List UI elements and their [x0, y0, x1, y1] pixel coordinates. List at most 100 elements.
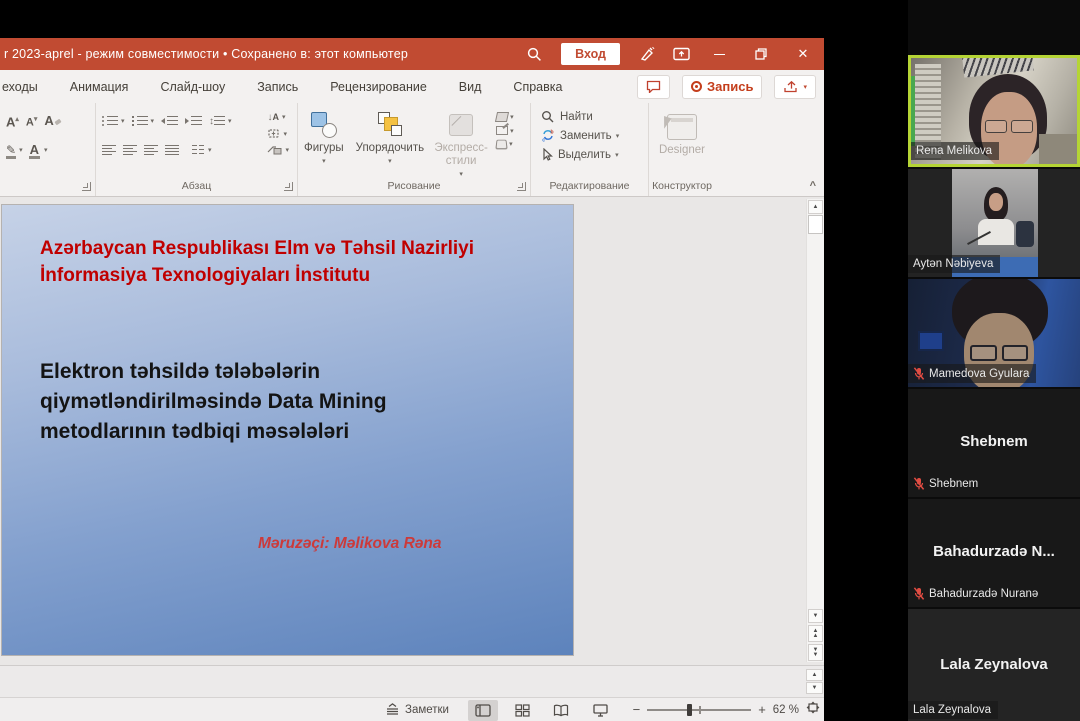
share-button[interactable]: ▾ — [774, 75, 816, 99]
shape-outline-button[interactable]: ▾ — [496, 126, 514, 135]
tab-animation[interactable]: Анимация — [70, 80, 129, 94]
scrollbar-track[interactable] — [807, 234, 824, 608]
powerpoint-window: r 2023-aprel - режим совместимости • Сох… — [0, 0, 824, 721]
align-left-button[interactable] — [102, 145, 116, 156]
scrollbar-thumb[interactable] — [808, 215, 823, 234]
ribbon-display-options-icon[interactable] — [664, 38, 698, 70]
participant-tile-mamedova-gyulara[interactable]: Mamedova Gyulara — [908, 279, 1080, 387]
vertical-scrollbar[interactable]: ▲ ▼ ▲▲ ▼▼ — [806, 199, 824, 662]
collapse-ribbon-button[interactable]: ^ — [810, 180, 816, 192]
previous-slide-button[interactable]: ▲▲ — [808, 625, 823, 642]
status-bar: Заметки − — [0, 697, 824, 721]
tab-view[interactable]: Вид — [459, 80, 482, 94]
columns-button[interactable]: ▾ — [192, 145, 212, 155]
minimize-button[interactable] — [698, 38, 740, 70]
tab-review[interactable]: Рецензирование — [330, 80, 427, 94]
paragraph-dialog-launcher[interactable] — [284, 182, 293, 191]
participant-name-label: Lala Zeynalova — [908, 701, 998, 719]
font-color-button[interactable]: A▾ — [30, 144, 48, 156]
search-icon[interactable] — [517, 38, 551, 70]
participant-tile-rena-melikova[interactable]: Rena Melikova — [908, 55, 1080, 167]
paragraph-group: ▾ ▾ ↕▾ ▾ ↓A▾ ▾ ▾ Абза — [96, 103, 298, 196]
align-text-button[interactable]: ▾ — [267, 128, 289, 139]
marker-pen-icon[interactable] — [630, 38, 664, 70]
notes-icon — [385, 703, 400, 716]
replace-button[interactable]: bc Заменить ▾ — [541, 129, 648, 142]
bullets-button[interactable]: ▾ — [102, 116, 125, 126]
align-right-button[interactable] — [144, 145, 158, 156]
participant-name-label: Aytən Nəbiyeva — [908, 255, 1000, 273]
participant-tile-ayten-nebiyeva[interactable]: Aytən Nəbiyeva — [908, 169, 1080, 277]
editing-group-label: Редактирование — [531, 180, 648, 192]
zoom-in-button[interactable]: + — [758, 702, 766, 717]
svg-text:b: b — [551, 130, 554, 136]
fit-to-window-button[interactable] — [806, 701, 820, 719]
tab-perehody[interactable]: еходы — [2, 80, 38, 94]
scroll-down-button[interactable]: ▼ — [808, 609, 823, 623]
svg-text:c: c — [542, 137, 545, 142]
decrease-indent-button[interactable] — [161, 116, 178, 126]
find-icon — [541, 110, 555, 123]
text-highlight-button[interactable]: ✎▾ — [6, 143, 23, 157]
signin-button[interactable]: Вход — [561, 43, 620, 65]
zoom-slider[interactable] — [647, 709, 751, 711]
participant-tile-bahadurzade-nurane[interactable]: Bahadurzadə N... Bahadurzadə Nuranə — [908, 499, 1080, 607]
find-button[interactable]: Найти — [541, 110, 648, 123]
shape-fill-button[interactable]: ▾ — [496, 112, 514, 122]
convert-to-smartart-button[interactable]: ▾ — [267, 144, 289, 155]
menu-right-buttons: Запись ▾ — [637, 75, 816, 99]
grow-font-button[interactable]: A▴ — [6, 114, 19, 128]
drawing-group: Фигуры ▾ Упорядочить ▾ Экспресс-стили ▾ … — [298, 103, 531, 196]
normal-view-button[interactable] — [468, 700, 498, 721]
scroll-up-button[interactable]: ▲ — [808, 200, 823, 214]
notes-scroll-down-button[interactable]: ▼ — [806, 682, 823, 694]
notes-scroll-up-button[interactable]: ▲ — [806, 669, 823, 681]
zoom-level: 62 % — [773, 704, 799, 716]
zoom-controls: − + 62 % — [633, 698, 820, 721]
record-presentation-button[interactable]: Запись — [682, 75, 762, 99]
shrink-font-button[interactable]: A▾ — [26, 114, 37, 129]
notes-scrollbar[interactable]: ▲ ▼ — [806, 669, 823, 694]
quick-styles-button[interactable]: Экспресс-стили ▾ — [430, 110, 492, 181]
slide-speaker-line: Məruzəçi: Məlikova Rəna — [258, 535, 441, 553]
text-direction-button[interactable]: ↓A▾ — [267, 111, 289, 123]
ribbon: A▴ A▾ A ✎▾ A▾ ▾ ▾ ↕▾ — [0, 103, 824, 197]
reading-view-button[interactable] — [546, 700, 576, 721]
numbering-button[interactable]: ▾ — [132, 116, 155, 126]
restore-button[interactable] — [740, 38, 782, 70]
close-button[interactable]: ✕ — [782, 38, 824, 70]
increase-indent-button[interactable] — [185, 116, 202, 126]
clear-formatting-button[interactable]: A — [44, 115, 61, 127]
share-dropdown-arrow: ▾ — [803, 83, 807, 91]
notes-toggle-button[interactable]: Заметки — [385, 698, 449, 721]
next-slide-button[interactable]: ▼▼ — [808, 644, 823, 661]
select-button[interactable]: Выделить ▾ — [541, 148, 648, 161]
tab-help[interactable]: Справка — [513, 80, 562, 94]
participant-tile-shebnem[interactable]: Shebnem Shebnem — [908, 389, 1080, 497]
shape-effects-button[interactable]: ▾ — [496, 139, 514, 149]
participant-name-label: Shebnem — [908, 474, 985, 493]
slide-topic-line1: Elektron təhsildə tələbələrin — [40, 357, 387, 387]
justify-button[interactable] — [165, 145, 179, 156]
align-center-button[interactable] — [123, 145, 137, 156]
tab-record[interactable]: Запись — [257, 80, 298, 94]
shapes-button[interactable]: Фигуры ▾ — [298, 110, 350, 168]
tab-slideshow[interactable]: Слайд-шоу — [160, 80, 225, 94]
slideshow-view-button[interactable] — [585, 700, 615, 721]
designer-group: Designer Конструктор — [649, 103, 715, 196]
comments-button[interactable] — [637, 75, 670, 99]
participant-tile-lala-zeynalova[interactable]: Lala Zeynalova Lala Zeynalova — [908, 609, 1080, 721]
slide-canvas[interactable]: Azərbaycan Respublikası Elm və Təhsil Na… — [2, 205, 573, 655]
paragraph-group-label: Абзац — [96, 180, 297, 192]
slide-sorter-view-button[interactable] — [507, 700, 537, 721]
ribbon-tab-bar: еходы Анимация Слайд-шоу Запись Рецензир… — [0, 70, 824, 103]
document-title: r 2023-aprel - режим совместимости • Сох… — [4, 47, 408, 61]
notes-pane-collapsed[interactable]: ▲ ▼ — [0, 665, 824, 697]
zoom-out-button[interactable]: − — [633, 702, 641, 717]
drawing-dialog-launcher[interactable] — [517, 182, 526, 191]
arrange-button[interactable]: Упорядочить ▾ — [350, 110, 430, 168]
line-spacing-button[interactable]: ↕▾ — [209, 116, 232, 127]
designer-button[interactable]: Designer — [649, 112, 715, 157]
zoom-slider-thumb[interactable] — [687, 704, 692, 716]
font-dialog-launcher[interactable] — [82, 182, 91, 191]
